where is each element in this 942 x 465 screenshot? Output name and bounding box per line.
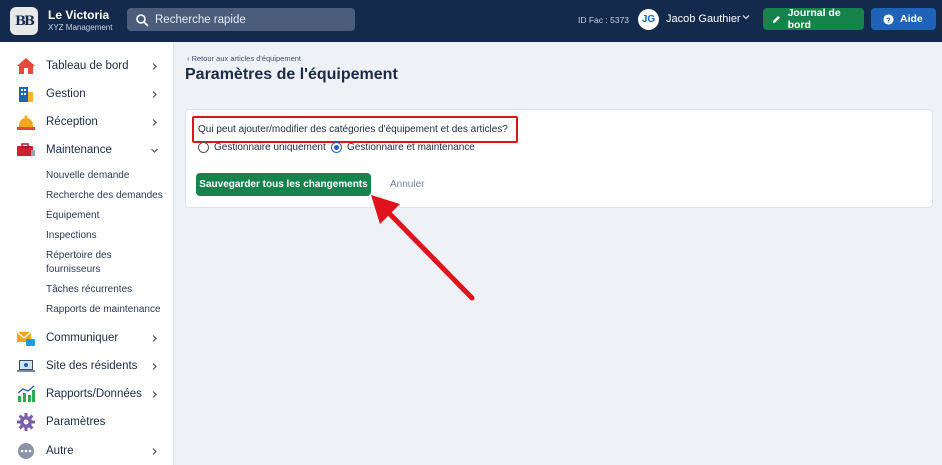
sidebar-item-label: Autre xyxy=(46,445,74,457)
chevron-right-icon xyxy=(152,62,157,70)
company-name: XYZ Management xyxy=(48,23,113,32)
sidebar-item-label: Site des résidents xyxy=(46,360,138,372)
avatar[interactable]: JG xyxy=(638,9,659,30)
sidebar-item-dashboard[interactable]: Tableau de bord xyxy=(0,53,174,79)
sidebar-item-label: Paramètres xyxy=(46,416,106,428)
sidebar-subitem-recurring-tasks[interactable]: Tâches récurrentes xyxy=(46,283,132,297)
sidebar-subitem-equipment[interactable]: Équipement xyxy=(46,209,99,223)
facility-id: ID Fac : 5373 xyxy=(578,15,630,25)
help-icon: ? xyxy=(883,13,894,25)
sidebar-item-resident-site[interactable]: Site des résidents xyxy=(0,353,174,379)
sidebar-subitem-vendor-directory[interactable]: Répertoire des xyxy=(46,249,112,263)
envelope-chat-icon xyxy=(16,331,35,346)
chevron-right-icon xyxy=(152,447,157,455)
save-button[interactable]: Sauvegarder tous les changements xyxy=(196,173,371,196)
sidebar-item-other[interactable]: Autre xyxy=(0,438,174,464)
help-button[interactable]: ? Aide xyxy=(871,8,936,30)
sidebar-item-communicate[interactable]: Communiquer xyxy=(0,325,174,351)
radio-manager-only[interactable]: Gestionnaire uniquement xyxy=(198,142,326,153)
page-title: Paramètres de l'équipement xyxy=(185,66,398,83)
sidebar-subitem-new-request[interactable]: Nouvelle demande xyxy=(46,169,129,183)
journal-button-label: Journal de bord xyxy=(787,7,841,31)
radio-label: Gestionnaire uniquement xyxy=(214,142,326,153)
radio-button[interactable] xyxy=(331,142,342,153)
property-name[interactable]: Le Victoria xyxy=(48,8,109,22)
chevron-right-icon xyxy=(152,334,157,342)
sidebar-subitem-inspections[interactable]: Inspections xyxy=(46,229,97,243)
toolbox-icon xyxy=(17,143,35,156)
cancel-button[interactable]: Annuler xyxy=(390,179,424,190)
journal-button[interactable]: Journal de bord xyxy=(763,7,864,31)
chevron-right-icon xyxy=(152,90,157,98)
pencil-icon xyxy=(772,15,780,23)
sidebar-item-label: Gestion xyxy=(46,88,86,100)
chevron-right-icon xyxy=(152,390,157,398)
search-input[interactable]: Recherche rapide xyxy=(127,8,355,31)
search-placeholder: Recherche rapide xyxy=(155,13,246,26)
radio-button[interactable] xyxy=(198,142,209,153)
sidebar: Tableau de bord Gestion Réception Mainte… xyxy=(0,42,174,465)
sidebar-subitem-maintenance-reports[interactable]: Rapports de maintenance xyxy=(46,303,161,317)
sidebar-item-maintenance[interactable]: Maintenance xyxy=(0,137,174,163)
sidebar-item-label: Réception xyxy=(46,116,98,128)
highlight-box xyxy=(192,116,518,143)
radio-label: Gestionnaire et maintenance xyxy=(347,142,475,153)
building-icon xyxy=(19,87,33,102)
radio-manager-and-maintenance[interactable]: Gestionnaire et maintenance xyxy=(331,142,475,153)
chevron-down-icon[interactable] xyxy=(741,12,751,22)
search-icon xyxy=(136,13,149,27)
sidebar-item-label: Maintenance xyxy=(46,144,112,156)
sidebar-item-label: Tableau de bord xyxy=(46,60,129,72)
sidebar-subitem-vendor-directory-line2[interactable]: fournisseurs xyxy=(46,263,100,277)
laptop-icon xyxy=(17,360,35,372)
sidebar-subitem-search-requests[interactable]: Recherche des demandes xyxy=(46,189,163,203)
user-name[interactable]: Jacob Gauthier xyxy=(666,13,741,25)
help-button-label: Aide xyxy=(900,13,923,25)
annotation-arrow xyxy=(371,195,475,301)
home-icon xyxy=(17,58,35,74)
sidebar-item-label: Communiquer xyxy=(46,332,119,344)
chevron-down-icon xyxy=(151,148,158,153)
bar-chart-icon xyxy=(17,385,35,402)
sidebar-item-label: Rapports/Données xyxy=(46,388,142,400)
logo[interactable]: BB xyxy=(10,7,38,35)
chevron-right-icon xyxy=(152,362,157,370)
chevron-right-icon xyxy=(152,118,157,126)
reception-bell-icon xyxy=(17,115,35,130)
more-icon xyxy=(18,443,34,459)
sidebar-item-settings[interactable]: Paramètres xyxy=(0,409,174,435)
back-link[interactable]: ‹ Retour aux articles d'équipement xyxy=(187,54,301,63)
sidebar-item-gestion[interactable]: Gestion xyxy=(0,81,174,107)
sidebar-item-reception[interactable]: Réception xyxy=(0,109,174,135)
top-bar: BB Le Victoria XYZ Management Recherche … xyxy=(0,0,942,42)
svg-text:?: ? xyxy=(886,15,891,24)
gear-icon xyxy=(17,413,35,431)
sidebar-item-reports[interactable]: Rapports/Données xyxy=(0,381,174,407)
